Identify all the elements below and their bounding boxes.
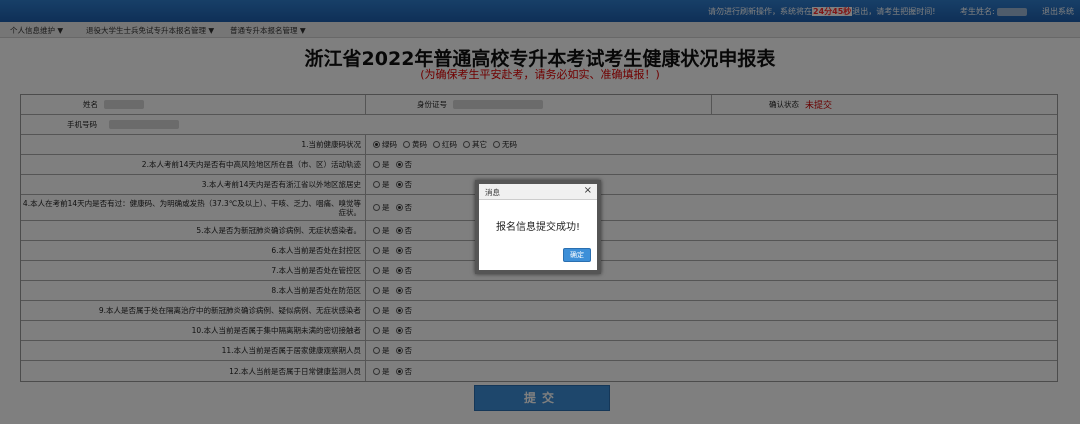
- dialog-message: 报名信息提交成功!: [495, 222, 580, 233]
- dialog-header: 消息 ×: [479, 184, 597, 200]
- dialog-ok-button[interactable]: 确定: [563, 248, 591, 262]
- close-icon[interactable]: ×: [584, 185, 592, 196]
- message-dialog: 消息 × 报名信息提交成功! 确定: [475, 180, 601, 274]
- dialog-title: 消息: [485, 188, 500, 197]
